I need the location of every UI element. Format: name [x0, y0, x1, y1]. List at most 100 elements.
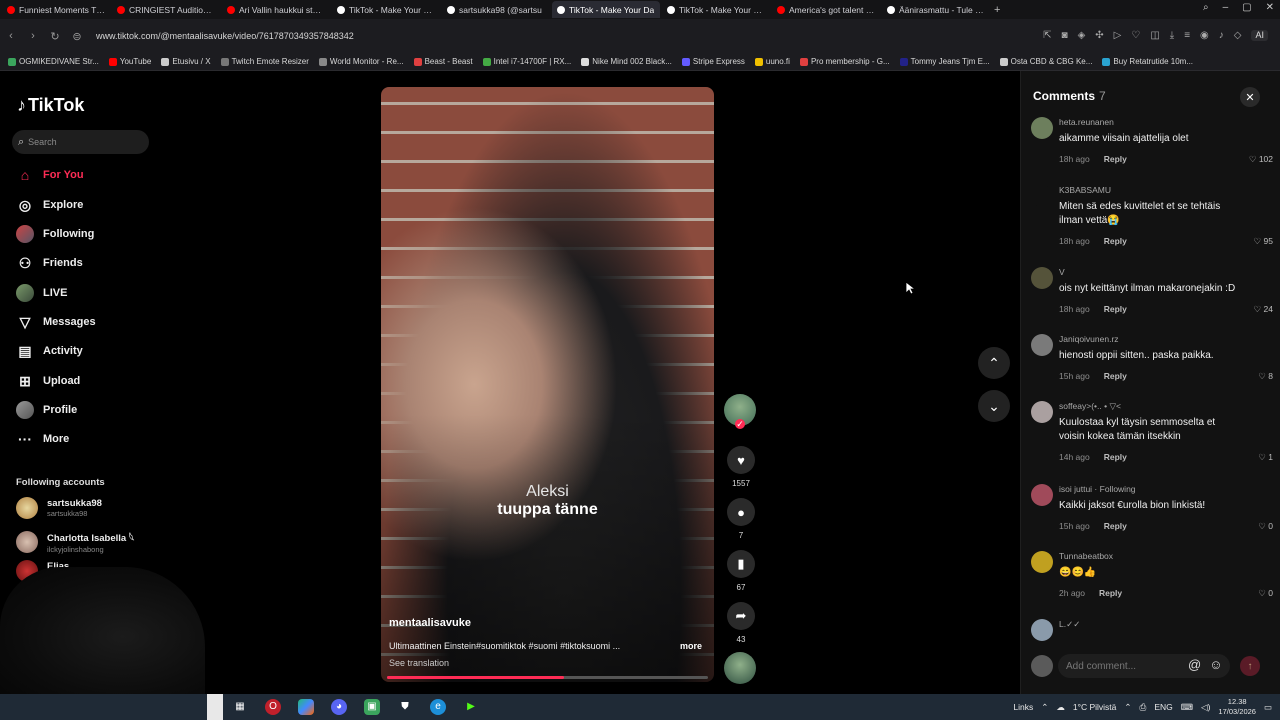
comment-like-button[interactable]: ♡ 0 [1258, 521, 1273, 532]
comment-username[interactable]: Janiqoivunen.rz [1059, 334, 1119, 344]
browser-tab[interactable]: Funniest Moments That M [2, 1, 110, 18]
camera-icon[interactable]: ◙ [1062, 30, 1068, 41]
avatar[interactable] [1031, 484, 1053, 506]
sidebar-item-more[interactable]: ··· More [16, 431, 69, 447]
download-icon[interactable]: ⤓ [1170, 30, 1174, 41]
bookmark-item[interactable]: YouTube [108, 57, 151, 66]
reply-button[interactable]: Reply [1104, 452, 1127, 462]
close-window-icon[interactable]: ✕ [1266, 2, 1274, 13]
kick-icon[interactable]: ▶ [463, 699, 479, 715]
weather-text[interactable]: 1°C Pilvistä [1073, 702, 1117, 712]
close-comments-button[interactable]: ✕ [1240, 87, 1260, 107]
bookmark-item[interactable]: Twitch Emote Resizer [220, 57, 309, 66]
app-icon[interactable]: ▣ [364, 699, 380, 715]
comment-like-button[interactable]: ♡ 102 [1249, 154, 1273, 165]
notifications-icon[interactable]: ▭ [1264, 702, 1272, 713]
forward-icon[interactable]: › [22, 30, 44, 42]
volume-icon[interactable]: ◁) [1201, 702, 1210, 713]
emoji-icon[interactable]: ☺ [1209, 657, 1222, 672]
bookmark-item[interactable]: Intel i7-14700F | RX... [482, 57, 571, 66]
avatar[interactable] [1031, 551, 1053, 573]
reload-icon[interactable]: ↻ [44, 30, 66, 43]
menu-icon[interactable]: ≡ [1184, 30, 1190, 41]
sidebar-item-activity[interactable]: ▤ Activity [16, 343, 82, 359]
see-translation-link[interactable]: See translation [389, 658, 449, 668]
save-button[interactable]: ▮ [727, 550, 755, 578]
like-button[interactable]: ♥ [727, 446, 755, 474]
browser-tab[interactable]: TikTok - Make Your Day [662, 1, 770, 18]
follow-plus-icon[interactable]: ✓ [735, 419, 745, 429]
comment-like-button[interactable]: ♡ 0 [1258, 588, 1273, 599]
comment-username[interactable]: V [1059, 267, 1065, 277]
bookmark-item[interactable]: Etusivu / X [161, 57, 211, 66]
bookmark-item[interactable]: OGMIKEDIVANE Str... [8, 57, 99, 66]
profile-icon[interactable]: ◉ [1200, 30, 1209, 41]
browser-tab[interactable]: CRINGIEST Auditions! Try [112, 1, 220, 18]
mention-icon[interactable]: @ [1188, 657, 1201, 672]
new-tab-button[interactable]: + [994, 4, 1000, 16]
sidebar-item-following[interactable]: Following [16, 225, 94, 243]
more-button[interactable]: more [680, 641, 702, 651]
music-disc[interactable] [724, 652, 756, 684]
bookmark-item[interactable]: uuno.fi [754, 57, 790, 66]
avatar[interactable] [1031, 185, 1053, 207]
share-icon[interactable]: ⇱ [1043, 30, 1051, 41]
comment-like-button[interactable]: ♡ 95 [1254, 236, 1273, 247]
maximize-icon[interactable]: ▢ [1242, 2, 1251, 13]
comment-like-button[interactable]: ♡ 1 [1258, 452, 1273, 463]
wallet-icon[interactable]: ◫ [1150, 30, 1159, 41]
comment-username[interactable]: Tunnabeatbox [1059, 551, 1113, 561]
sidebar-item-messages[interactable]: ▽ Messages [16, 314, 96, 330]
following-account[interactable]: Charlotta Isabella 𓆩 ilckyjolinshabong [16, 529, 134, 554]
shield-app-icon[interactable]: ⛊ [397, 699, 413, 715]
tiktok-logo[interactable]: ♪ TikTok [17, 95, 84, 116]
clock[interactable]: 12.38 17/03/2026 [1218, 697, 1256, 717]
heart-icon[interactable]: ♡ [1131, 30, 1140, 41]
bookmark-item[interactable]: Osta CBD & CBG Ke... [999, 57, 1092, 66]
tiktok-icon[interactable]: ♪ [1219, 30, 1224, 41]
reply-button[interactable]: Reply [1104, 521, 1127, 531]
video-progress-bar[interactable] [387, 676, 708, 679]
tray-chevron-icon[interactable]: ⌃ [1124, 702, 1131, 713]
bookmark-item[interactable]: World Monitor - Re... [318, 57, 404, 66]
browser-tab[interactable]: sartsukka98 (@sartsu [442, 1, 550, 18]
sidebar-item-for-you[interactable]: ⌂ For You [16, 167, 84, 183]
following-account[interactable]: sartsukka98 sartsukka98 [16, 497, 102, 519]
search-tabs-icon[interactable]: ⌕ [1203, 2, 1209, 13]
video-player[interactable]: Aleksi tuuppa tänne mentaalisavuke Ultim… [381, 87, 714, 682]
extensions-icon[interactable]: ✣ [1095, 30, 1103, 41]
bookmark-item[interactable]: Stripe Express [681, 57, 745, 66]
reply-button[interactable]: Reply [1104, 236, 1127, 246]
taskbar-search-box[interactable] [207, 694, 223, 720]
comment-username[interactable]: K3BABSAMU [1059, 185, 1111, 195]
comment-like-button[interactable]: ♡ 8 [1258, 371, 1273, 382]
share-button[interactable]: ➦ [727, 602, 755, 630]
discord-icon[interactable]: ◕ [331, 699, 347, 715]
network-icon[interactable]: ⌨ [1181, 702, 1193, 713]
reply-button[interactable]: Reply [1099, 588, 1122, 598]
comment-username[interactable]: L.✓✓ [1059, 619, 1080, 630]
comment-button[interactable]: ● [727, 498, 755, 526]
minimize-icon[interactable]: – [1223, 2, 1229, 13]
comment-username[interactable]: isoi juttui · Following [1059, 484, 1136, 494]
tray-expand-icon[interactable]: ⌃ [1041, 702, 1048, 713]
avatar[interactable] [1031, 117, 1053, 139]
avatar[interactable] [1031, 619, 1053, 641]
browser-tab[interactable]: TikTok - Make Your Da [552, 1, 660, 18]
comment-username[interactable]: soffeay>(•.. • ▽< [1059, 401, 1121, 412]
avatar[interactable] [1031, 334, 1053, 356]
task-view-icon[interactable]: ▦ [232, 699, 248, 715]
sidebar-item-explore[interactable]: ◎ Explore [16, 197, 83, 213]
sidebar-item-upload[interactable]: ⊞ Upload [16, 373, 80, 389]
printer-icon[interactable]: ⎙ [1140, 702, 1147, 713]
bookmark-item[interactable]: Pro membership - G... [799, 57, 890, 66]
shield-icon[interactable]: ◈ [1078, 30, 1086, 41]
url-field[interactable]: www.tiktok.com/@mentaalisavuke/video/761… [96, 31, 354, 41]
search-input[interactable]: ⌕ Search [12, 130, 149, 154]
bookmark-item[interactable]: Buy Retatrutide 10m... [1102, 57, 1193, 66]
language[interactable]: ENG [1154, 702, 1172, 712]
comment-username[interactable]: heta.reunanen [1059, 117, 1114, 127]
reply-button[interactable]: Reply [1104, 371, 1127, 381]
reply-button[interactable]: Reply [1104, 304, 1127, 314]
avatar[interactable] [1031, 401, 1053, 423]
